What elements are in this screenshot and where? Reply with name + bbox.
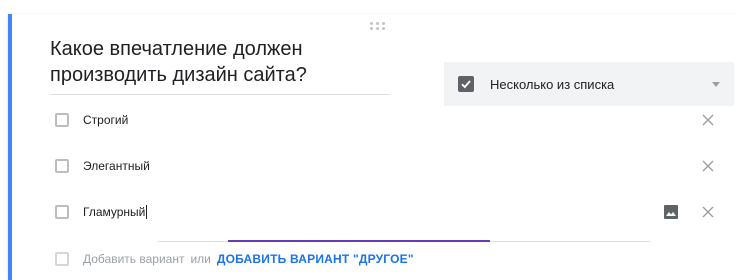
option-label-input[interactable]: Строгий: [83, 113, 725, 127]
option-row: Элегантный: [55, 154, 725, 178]
option-row: Строгий: [55, 108, 725, 132]
close-icon[interactable]: [701, 113, 715, 127]
add-other-option-button[interactable]: ДОБАВИТЬ ВАРИАНТ "ДРУГОЕ": [217, 252, 414, 266]
option-checkbox: [55, 159, 69, 173]
add-option-or: или: [190, 252, 211, 266]
drag-handle-icon[interactable]: [370, 22, 388, 30]
add-option-input[interactable]: Добавить вариант: [83, 252, 184, 266]
option-checkbox: [55, 205, 69, 219]
option-checkbox: [55, 252, 69, 266]
focus-underline: [228, 240, 490, 242]
checkbox-icon: [458, 76, 474, 92]
option-row: Гламурный: [55, 200, 725, 224]
close-icon[interactable]: [701, 159, 715, 173]
question-title-input[interactable]: Какое впечатление должен производить диз…: [50, 36, 390, 95]
option-checkbox: [55, 113, 69, 127]
active-card-indicator: [8, 14, 12, 280]
option-label-input[interactable]: Гламурный: [83, 205, 725, 219]
option-label-input[interactable]: Элегантный: [83, 159, 725, 173]
option-label-text: Гламурный: [83, 205, 148, 219]
question-type-label: Несколько из списка: [490, 76, 615, 92]
chevron-down-icon: [712, 81, 720, 87]
close-icon[interactable]: [701, 205, 715, 219]
question-type-dropdown[interactable]: Несколько из списка: [444, 62, 734, 106]
add-option-row: Добавить вариант или ДОБАВИТЬ ВАРИАНТ "Д…: [55, 247, 725, 271]
question-card[interactable]: Какое впечатление должен производить диз…: [8, 14, 737, 280]
image-icon[interactable]: [663, 204, 679, 220]
